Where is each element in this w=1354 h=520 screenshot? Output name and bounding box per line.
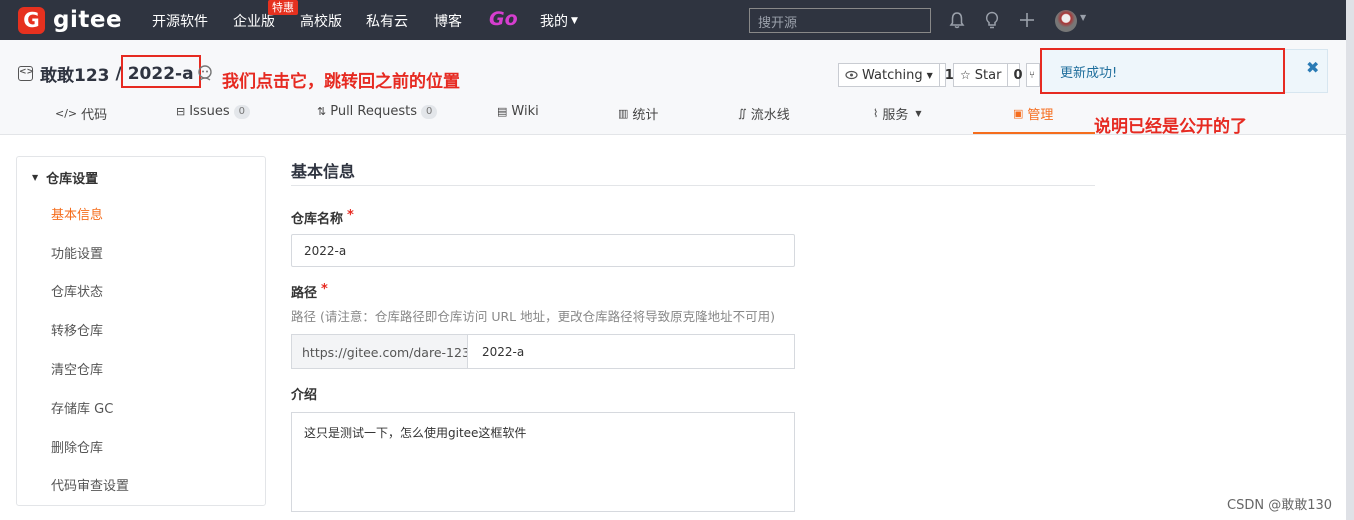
bar-chart-icon: ▥ <box>618 107 629 120</box>
robot-icon <box>198 65 212 81</box>
tab-stats[interactable]: ▥ 统计 <box>618 104 658 123</box>
lightbulb-icon[interactable] <box>982 10 1002 30</box>
repo-name-label: 仓库名称 * <box>291 208 354 227</box>
sidebar-item-transfer[interactable]: 转移仓库 <box>51 320 103 339</box>
sidebar-item-features[interactable]: 功能设置 <box>51 243 103 262</box>
plus-icon[interactable] <box>1017 10 1037 30</box>
intro-textarea[interactable]: 这只是测试一下，怎么使用gitee这框软件 <box>291 412 795 512</box>
tab-count: 0 <box>421 104 438 119</box>
tab-count: 0 <box>233 104 250 119</box>
tab-label: 代码 <box>81 108 108 123</box>
issues-icon: ⊟ <box>176 105 186 118</box>
sidebar-item-code-review[interactable]: 代码审查设置 <box>51 475 129 494</box>
sidebar-item-clear[interactable]: 清空仓库 <box>51 359 103 378</box>
nav-university[interactable]: 高校版 <box>300 11 342 31</box>
required-mark: * <box>321 282 328 297</box>
tab-label: 管理 <box>1027 108 1054 123</box>
tab-pull-requests[interactable]: ⇅ Pull Requests 0 <box>317 104 438 119</box>
label-text: 路径 <box>291 286 318 301</box>
star-count: 0 <box>1007 64 1027 86</box>
sidebar-heading[interactable]: ▼ 仓库设置 <box>32 168 98 187</box>
fork-button[interactable]: ⑂ <box>1026 63 1040 87</box>
gitee-go-link[interactable]: Go <box>489 8 518 30</box>
tab-label: 统计 <box>632 108 659 123</box>
tab-manage[interactable]: ▣ 管理 <box>1013 104 1053 123</box>
pull-request-icon: ⇅ <box>317 105 327 118</box>
sidebar-heading-label: 仓库设置 <box>46 172 99 187</box>
toast-message: 更新成功! <box>1060 66 1118 81</box>
fork-icon: ⑂ <box>1029 69 1035 81</box>
gitee-logo[interactable]: G gitee <box>18 6 122 34</box>
watch-label: Watching <box>862 67 923 83</box>
avatar-caret-icon[interactable]: ▼ <box>1080 13 1086 22</box>
path-prefix: https://gitee.com/dare-123/ <box>291 334 474 369</box>
path-label: 路径 * <box>291 282 328 301</box>
section-title: 基本信息 <box>291 162 356 181</box>
sidebar-item-delete[interactable]: 删除仓库 <box>51 437 103 456</box>
caret-down-icon: ▼ <box>926 70 933 80</box>
tab-label: 服务 <box>882 108 909 123</box>
divider <box>291 185 1095 186</box>
caret-down-icon: ▼ <box>32 173 39 182</box>
intro-label: 介绍 <box>291 388 318 403</box>
tab-code[interactable]: </> 代码 <box>55 104 107 123</box>
star-label: Star <box>974 67 1002 83</box>
search-input[interactable]: 搜开源 <box>749 8 931 33</box>
annotation-click-note: 我们点击它，跳转回之前的位置 <box>222 72 460 92</box>
tab-label: Pull Requests <box>330 104 418 119</box>
nav-private-cloud[interactable]: 私有云 <box>366 11 408 31</box>
gitee-logo-text: gitee <box>53 7 123 33</box>
required-mark: * <box>347 208 354 223</box>
watermark: CSDN @敢敢130 <box>1227 498 1333 513</box>
tab-label: 流水线 <box>750 108 790 123</box>
sidebar-item-gc[interactable]: 存储库 GC <box>51 398 113 417</box>
promo-badge: 特惠 <box>268 0 298 15</box>
path-input[interactable]: 2022-a <box>467 334 795 369</box>
bell-icon[interactable] <box>947 10 967 30</box>
tab-issues[interactable]: ⊟ Issues 0 <box>176 104 250 119</box>
manage-icon: ▣ <box>1013 107 1024 120</box>
window-edge <box>1346 0 1354 520</box>
close-icon[interactable]: ✖ <box>1306 58 1319 77</box>
watch-button[interactable]: Watching ▼ 1 <box>838 63 954 87</box>
code-icon: </> <box>55 107 78 120</box>
star-button[interactable]: ☆ Star 0 <box>953 63 1022 87</box>
star-icon: ☆ <box>960 68 971 82</box>
repo-icon: <> <box>18 66 34 81</box>
tab-services[interactable]: ⌇ 服务 ▼ <box>873 104 922 123</box>
tab-pipeline[interactable]: ∬ 流水线 <box>738 104 790 123</box>
active-tab-indicator <box>973 132 1095 134</box>
tab-label: Wiki <box>511 104 539 119</box>
tab-label: Issues <box>189 104 230 119</box>
caret-down-icon: ▼ <box>915 109 922 118</box>
wiki-icon: ▤ <box>497 105 508 118</box>
annotation-public-note: 说明已经是公开的了 <box>1094 117 1247 137</box>
annotation-box-repo-name <box>121 55 201 88</box>
label-text: 仓库名称 <box>291 212 344 227</box>
sidebar-item-repo-status[interactable]: 仓库状态 <box>51 281 103 300</box>
pulse-icon: ⌇ <box>873 107 879 120</box>
pipeline-icon: ∬ <box>738 107 747 120</box>
gitee-logo-icon: G <box>18 6 45 34</box>
nav-blog[interactable]: 博客 <box>434 11 462 31</box>
nav-mine-label: 我的 <box>540 14 568 30</box>
user-avatar[interactable] <box>1055 10 1077 32</box>
nav-mine-dropdown[interactable]: 我的 ▼ <box>540 11 578 31</box>
tab-wiki[interactable]: ▤ Wiki <box>497 104 539 119</box>
sidebar-item-basic-info[interactable]: 基本信息 <box>51 204 103 223</box>
repo-owner-link[interactable]: 敢敢123 <box>40 61 110 86</box>
nav-open-source[interactable]: 开源软件 <box>152 11 208 31</box>
repo-name-input[interactable]: 2022-a <box>291 234 795 267</box>
path-hint: 路径 (请注意：仓库路径即仓库访问 URL 地址，更改仓库路径将导致原克隆地址不… <box>291 309 775 324</box>
caret-down-icon: ▼ <box>571 16 578 26</box>
eye-icon <box>845 70 858 80</box>
